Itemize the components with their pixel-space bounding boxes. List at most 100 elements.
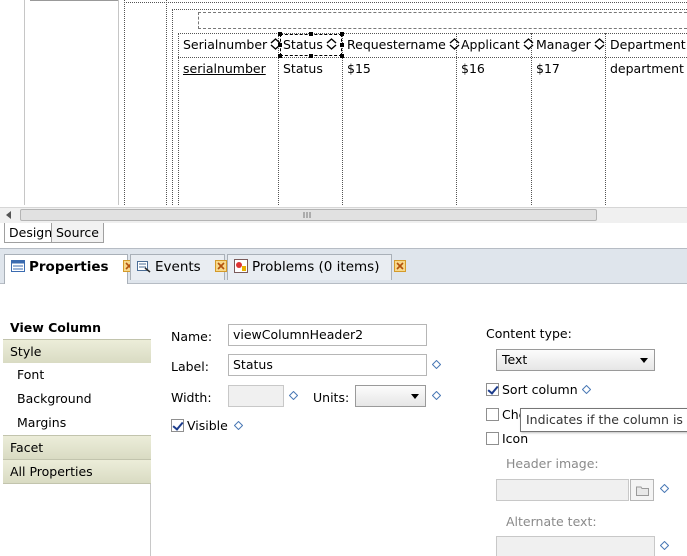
sort-column-checkbox[interactable] bbox=[486, 383, 499, 396]
folder-icon bbox=[636, 486, 649, 496]
scroll-left-icon[interactable] bbox=[5, 211, 13, 219]
chevron-down-icon bbox=[640, 358, 648, 363]
col-sep bbox=[456, 33, 457, 205]
view-outline-top bbox=[124, 2, 687, 3]
column-header-label: Manager bbox=[536, 37, 591, 52]
column-header-label: Serialnumber bbox=[183, 37, 268, 52]
diamond-icon[interactable] bbox=[582, 385, 591, 394]
view-inner-left-2 bbox=[172, 9, 173, 205]
nav-item-style[interactable]: Style bbox=[3, 339, 151, 363]
nav-item-background[interactable]: Background bbox=[3, 387, 151, 411]
column-header-serialnumber[interactable]: Serialnumber bbox=[179, 35, 281, 57]
column-header-department[interactable]: Department bbox=[606, 35, 687, 57]
pager-placeholder[interactable] bbox=[198, 12, 687, 29]
col-sep bbox=[605, 33, 606, 205]
chevron-down-icon bbox=[411, 394, 419, 399]
column-value-serialnumber[interactable]: serialnumber bbox=[179, 60, 266, 78]
resize-handle[interactable] bbox=[278, 32, 282, 36]
tooltip: Indicates if the column is so bbox=[520, 408, 687, 432]
label-label: Label: bbox=[171, 359, 209, 374]
units-label: Units: bbox=[313, 390, 350, 405]
resize-handle[interactable] bbox=[340, 32, 344, 36]
icon-label: Icon bbox=[502, 431, 529, 446]
view-inner-left bbox=[166, 0, 167, 205]
resize-handle[interactable] bbox=[340, 43, 344, 47]
icon-checkbox[interactable] bbox=[486, 432, 499, 445]
diamond-icon[interactable] bbox=[660, 484, 669, 493]
name-label: Name: bbox=[171, 329, 213, 344]
gutter-border-2 bbox=[118, 0, 119, 205]
header-image-field[interactable] bbox=[496, 479, 629, 501]
diamond-icon[interactable] bbox=[660, 541, 669, 550]
resize-handle[interactable] bbox=[278, 43, 282, 47]
column-header-label: Department bbox=[610, 37, 686, 52]
visible-label: Visible bbox=[187, 418, 228, 433]
design-canvas[interactable]: Serialnumber Status Requestername Applic… bbox=[0, 0, 687, 207]
column-value-status[interactable]: Status bbox=[279, 60, 323, 78]
nav-divider bbox=[3, 483, 151, 484]
tab-events-label: Events bbox=[155, 259, 201, 275]
events-icon bbox=[137, 261, 151, 273]
nav-item-margins[interactable]: Margins bbox=[3, 411, 151, 435]
header-image-label: Header image: bbox=[506, 456, 599, 471]
properties-icon bbox=[11, 260, 25, 272]
gutter-border bbox=[24, 0, 25, 205]
tab-properties[interactable]: Properties bbox=[4, 254, 136, 284]
units-select[interactable] bbox=[355, 385, 426, 407]
column-value-manager[interactable]: $17 bbox=[532, 60, 560, 78]
column-header-label: Requestername bbox=[347, 37, 446, 52]
browse-button[interactable] bbox=[630, 479, 654, 501]
content-type-select[interactable]: Text bbox=[496, 349, 655, 371]
resize-handle[interactable] bbox=[309, 54, 313, 58]
close-icon[interactable] bbox=[215, 260, 228, 272]
content-type-label: Content type: bbox=[486, 326, 572, 341]
diamond-icon[interactable] bbox=[289, 391, 298, 400]
grip-icon bbox=[303, 212, 311, 218]
name-field[interactable]: viewColumnHeader2 bbox=[228, 324, 427, 346]
header-row-bottom bbox=[178, 57, 687, 58]
tab-events[interactable]: Events bbox=[130, 254, 228, 280]
width-field[interactable] bbox=[228, 385, 284, 407]
column-header-requestername[interactable]: Requestername bbox=[343, 35, 460, 57]
column-header-applicant[interactable]: Applicant bbox=[457, 35, 534, 57]
problems-icon bbox=[234, 259, 248, 273]
col-sep bbox=[342, 33, 343, 205]
resize-handle[interactable] bbox=[340, 54, 344, 58]
column-header-label: Applicant bbox=[461, 37, 520, 52]
alternate-text-label: Alternate text: bbox=[506, 514, 597, 529]
diamond-icon[interactable] bbox=[234, 421, 243, 430]
tab-problems[interactable]: Problems (0 items) bbox=[227, 254, 406, 280]
sort-icon bbox=[594, 38, 605, 50]
tab-source[interactable]: Source bbox=[51, 223, 104, 243]
nav-item-view-column-header[interactable]: View Column Header bbox=[3, 315, 151, 359]
nav-item-font[interactable]: Font bbox=[3, 363, 151, 387]
sort-column-label: Sort column bbox=[502, 382, 578, 397]
column-value-department[interactable]: department bbox=[606, 60, 684, 78]
nav-item-all-properties[interactable]: All Properties bbox=[3, 459, 151, 483]
header-row-top bbox=[178, 33, 687, 34]
tab-properties-label: Properties bbox=[29, 259, 109, 275]
check-checkbox[interactable] bbox=[486, 408, 499, 421]
view-inner-top bbox=[172, 9, 687, 10]
column-value-requestername[interactable]: $15 bbox=[343, 60, 371, 78]
alternate-text-field[interactable] bbox=[496, 536, 655, 556]
col-sep bbox=[178, 33, 179, 205]
column-value-applicant[interactable]: $16 bbox=[457, 60, 485, 78]
nav-item-facet[interactable]: Facet bbox=[3, 435, 151, 459]
tab-design[interactable]: Design bbox=[4, 223, 58, 243]
selection-outline bbox=[280, 34, 342, 56]
diamond-icon[interactable] bbox=[432, 360, 441, 369]
diamond-icon[interactable] bbox=[432, 391, 441, 400]
resize-handle[interactable] bbox=[309, 32, 313, 36]
content-type-value: Text bbox=[502, 352, 528, 367]
tab-problems-label: Problems (0 items) bbox=[252, 259, 380, 275]
view-outline-left bbox=[124, 0, 125, 205]
close-icon[interactable] bbox=[393, 260, 406, 272]
left-gutter-line bbox=[30, 0, 118, 1]
resize-handle[interactable] bbox=[278, 54, 282, 58]
visible-checkbox[interactable] bbox=[171, 419, 184, 432]
column-header-manager[interactable]: Manager bbox=[532, 35, 605, 57]
width-label: Width: bbox=[171, 390, 212, 405]
col-sep bbox=[531, 33, 532, 205]
label-field[interactable]: Status bbox=[228, 354, 427, 376]
